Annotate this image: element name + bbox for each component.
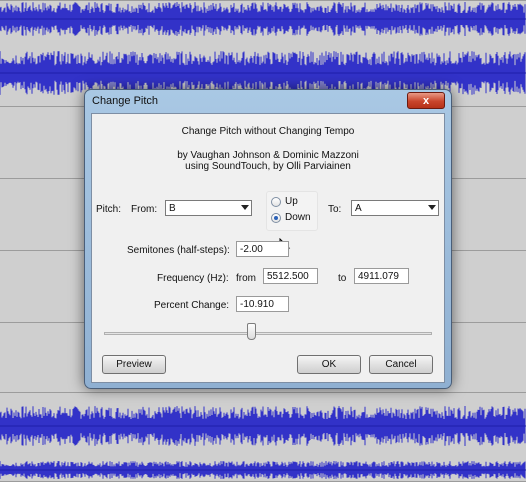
dialog-heading: Change Pitch without Changing Tempo bbox=[181, 126, 355, 137]
frequency-to-input[interactable]: 4911.079 bbox=[354, 268, 409, 284]
semitones-input[interactable]: -2.00 bbox=[236, 241, 289, 257]
up-radio-label[interactable]: Up bbox=[285, 196, 298, 207]
dropdown-arrow-icon bbox=[428, 205, 436, 210]
to-pitch-label: To: bbox=[328, 204, 342, 215]
waveform-bottom bbox=[0, 392, 526, 480]
preview-button[interactable]: Preview bbox=[102, 355, 166, 374]
frequency-from-label: from bbox=[236, 273, 256, 284]
ok-button[interactable]: OK bbox=[297, 355, 361, 374]
title-bar[interactable]: Change Pitch x bbox=[85, 90, 451, 112]
to-pitch-value: A bbox=[355, 203, 362, 214]
percent-change-label: Percent Change: bbox=[154, 300, 230, 311]
frequency-to-label: to bbox=[338, 273, 347, 284]
frequency-label: Frequency (Hz): bbox=[157, 273, 229, 284]
percent-change-input[interactable]: -10.910 bbox=[236, 296, 289, 312]
to-pitch-select[interactable]: A bbox=[351, 200, 439, 216]
change-pitch-dialog: Change Pitch x Change Pitch without Chan… bbox=[84, 89, 452, 389]
semitones-label: Semitones (half-steps): bbox=[127, 245, 230, 256]
down-radio[interactable] bbox=[271, 213, 281, 223]
percent-change-slider[interactable] bbox=[104, 332, 432, 335]
dropdown-arrow-icon bbox=[241, 205, 249, 210]
from-pitch-value: B bbox=[169, 203, 176, 214]
from-pitch-select[interactable]: B bbox=[165, 200, 252, 216]
close-button[interactable]: x bbox=[407, 92, 445, 109]
pitch-label: Pitch: bbox=[96, 204, 122, 215]
credit-line-1: by Vaughan Johnson & Dominic Mazzoni bbox=[177, 150, 359, 161]
close-icon: x bbox=[422, 94, 430, 107]
dialog-title: Change Pitch bbox=[92, 95, 159, 107]
direction-radio-group: Up Down bbox=[266, 191, 318, 231]
frequency-from-input[interactable]: 5512.500 bbox=[263, 268, 318, 284]
credit-line-2: using SoundTouch, by Olli Parviainen bbox=[185, 161, 351, 172]
from-pitch-label: From: bbox=[131, 204, 158, 215]
slider-thumb[interactable] bbox=[247, 323, 256, 340]
dialog-body: Change Pitch without Changing Tempo by V… bbox=[91, 113, 445, 383]
up-radio[interactable] bbox=[271, 197, 281, 207]
cancel-button[interactable]: Cancel bbox=[369, 355, 433, 374]
down-radio-label[interactable]: Down bbox=[285, 212, 311, 223]
